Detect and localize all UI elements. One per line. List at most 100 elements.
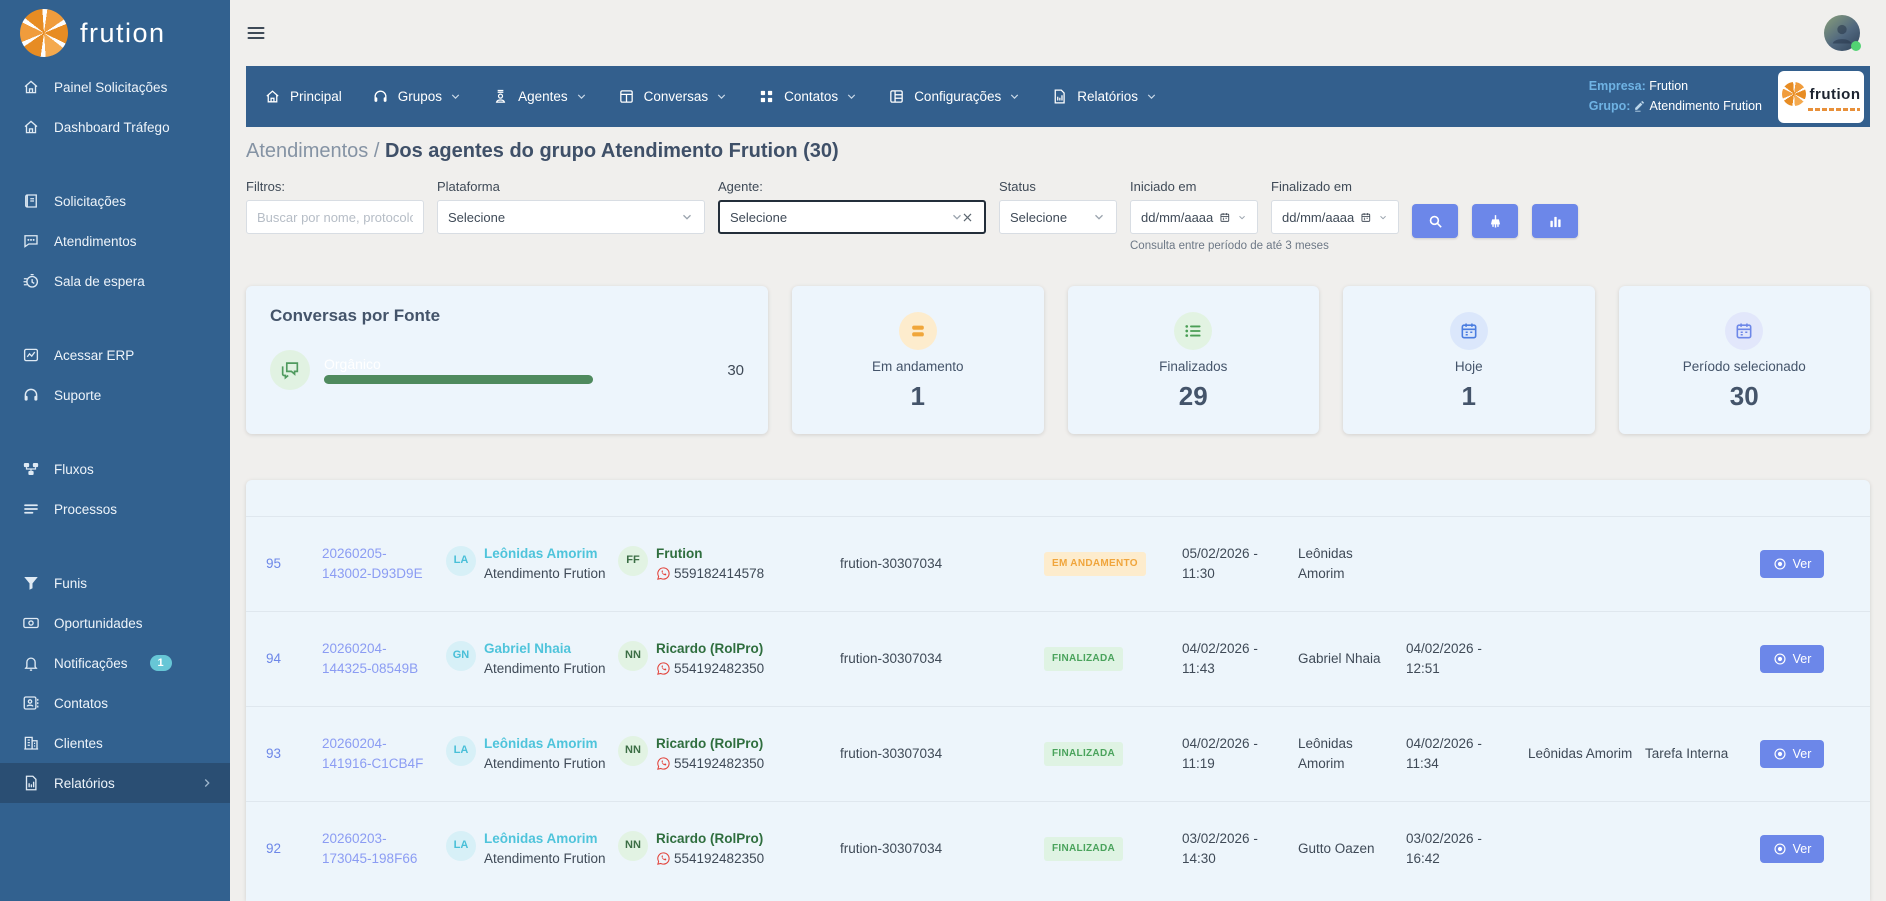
sidebar-item-label: Notificações	[54, 656, 128, 671]
navbar-item[interactable]: Relatórios	[1051, 88, 1158, 105]
view-button[interactable]: Ver	[1760, 835, 1824, 863]
sidebar-item[interactable]: Sala de espera	[0, 261, 230, 301]
navbar-item[interactable]: Contatos	[758, 88, 858, 105]
pencil-icon[interactable]	[1633, 99, 1646, 112]
agent-cell: GN Gabriel Nhaia Atendimento Frution	[446, 639, 606, 678]
stat-card-value: 1	[911, 383, 925, 409]
status-select[interactable]: Selecione	[999, 200, 1117, 234]
agent-name-link[interactable]: Leônidas Amorim	[484, 736, 598, 751]
view-button[interactable]: Ver	[1760, 740, 1824, 768]
started-at-cell: 05/02/2026 - 11:30	[1182, 544, 1286, 583]
sidebar-item[interactable]: Contatos	[0, 683, 230, 723]
user-avatar[interactable]	[1824, 15, 1860, 51]
sidebar-item[interactable]: Relatórios	[0, 763, 230, 803]
phone-number: 554192482350	[674, 754, 764, 774]
sidebar-item[interactable]: Notificações 1	[0, 643, 230, 683]
list-icon	[22, 500, 40, 518]
funnel-icon	[22, 574, 40, 592]
view-button[interactable]: Ver	[1760, 550, 1824, 578]
breadcrumb: Atendimentos / Dos agentes do grupo Aten…	[246, 140, 1870, 163]
end-date-input[interactable]: dd/mm/aaaa	[1271, 200, 1399, 234]
protocol-link[interactable]: 20260204-144325-08549B	[322, 639, 434, 678]
row-number-link[interactable]: 94	[266, 649, 310, 669]
row-number-link[interactable]: 93	[266, 744, 310, 764]
row-number-link[interactable]: 95	[266, 554, 310, 574]
calendar-icon[interactable]	[1360, 210, 1372, 225]
contact-name-link[interactable]: Ricardo (RolPro)	[656, 736, 763, 751]
sidebar-item[interactable]: Painel Solicitações	[0, 67, 230, 107]
agent-cell: LA Leônidas Amorim Atendimento Frution	[446, 829, 606, 868]
contact-name-link[interactable]: Frution	[656, 546, 703, 561]
started-by-cell: Leônidas Amorim	[1298, 734, 1394, 773]
agent-cell: LA Leônidas Amorim Atendimento Frution	[446, 544, 606, 583]
sidebar-item-label: Oportunidades	[54, 616, 143, 631]
stat-card: Hoje 1	[1343, 286, 1595, 434]
contact-phone: 554192482350	[656, 849, 764, 869]
platform-select[interactable]: Selecione	[437, 200, 705, 234]
navbar-item[interactable]: Grupos	[372, 88, 462, 105]
navbar-item-label: Contatos	[784, 89, 838, 104]
sidebar-item[interactable]: Fluxos	[0, 449, 230, 489]
protocol-link[interactable]: 20260203-173045-198F66	[322, 829, 434, 868]
clear-icon[interactable]	[961, 211, 974, 224]
finished-by-cell: Leônidas Amorim	[1528, 744, 1633, 764]
search-button[interactable]	[1412, 204, 1458, 238]
navbar-item[interactable]: Configurações	[888, 88, 1021, 105]
sidebar-item-label: Painel Solicitações	[54, 80, 167, 95]
sidebar-item[interactable]: Acessar ERP	[0, 335, 230, 375]
sidebar-item[interactable]: Atendimentos	[0, 221, 230, 261]
sidebar-item[interactable]: Processos	[0, 489, 230, 529]
brand-logo[interactable]: frution	[0, 0, 230, 67]
group-value: Atendimento Frution	[1649, 99, 1762, 113]
sidebar-item[interactable]: Suporte	[0, 375, 230, 415]
chart-icon	[22, 346, 40, 364]
conversation-icon	[270, 350, 310, 390]
navbar-item-label: Grupos	[398, 89, 442, 104]
clear-filters-button[interactable]	[1472, 204, 1518, 238]
sidebar-item-label: Contatos	[54, 696, 108, 711]
eye-icon	[1773, 842, 1787, 856]
calendar-icon[interactable]	[1219, 210, 1231, 225]
sidebar-item[interactable]: Dashboard Tráfego	[0, 107, 230, 147]
start-date-input[interactable]: dd/mm/aaaa	[1130, 200, 1258, 234]
sidebar-item[interactable]: Funis	[0, 563, 230, 603]
navbar-brand-box[interactable]: frution	[1778, 71, 1864, 123]
sidebar-item-label: Atendimentos	[54, 234, 137, 249]
phone-number: 554192482350	[674, 659, 764, 679]
contact-name-link[interactable]: Ricardo (RolPro)	[656, 641, 763, 656]
brand-name: frution	[80, 18, 166, 49]
breadcrumb-section[interactable]: Atendimentos /	[246, 140, 385, 162]
sidebar-item[interactable]: Oportunidades	[0, 603, 230, 643]
chart-view-button[interactable]	[1532, 204, 1578, 238]
agent-name-link[interactable]: Leônidas Amorim	[484, 831, 598, 846]
navbar-item[interactable]: Agentes	[492, 88, 588, 105]
main-navbar: Principal Grupos Agentes Conversas C	[246, 66, 1870, 127]
status-badge: EM ANDAMENTO	[1044, 552, 1146, 577]
contact-name-link[interactable]: Ricardo (RolPro)	[656, 831, 763, 846]
phone-number: 554192482350	[674, 849, 764, 869]
navbar-right: Empresa: Frution Grupo:Atendimento Fruti…	[1589, 71, 1864, 123]
protocol-link[interactable]: 20260204-141916-C1CB4F	[322, 734, 434, 773]
row-number-link[interactable]: 92	[266, 839, 310, 859]
navbar-item-label: Principal	[290, 89, 342, 104]
sidebar-item[interactable]: Clientes	[0, 723, 230, 763]
sidebar-item-label: Clientes	[54, 736, 103, 751]
view-button[interactable]: Ver	[1760, 645, 1824, 673]
protocol-link[interactable]: 20260205-143002-D93D9E	[322, 544, 434, 583]
navbar-item[interactable]: Principal	[264, 88, 342, 105]
agent-select[interactable]: Selecione	[718, 200, 986, 234]
chevron-down-icon	[1237, 211, 1247, 224]
sidebar-item[interactable]: Solicitações	[0, 181, 230, 221]
search-input[interactable]	[246, 200, 424, 234]
bar-chart-icon	[1547, 213, 1564, 230]
agent-name-link[interactable]: Leônidas Amorim	[484, 546, 598, 561]
grid-icon	[758, 88, 775, 105]
navbar-item[interactable]: Conversas	[618, 88, 729, 105]
agent-name-link[interactable]: Gabriel Nhaia	[484, 641, 571, 656]
sidebar-item-label: Funis	[54, 576, 87, 591]
origin-cell: frution-30307034	[840, 554, 960, 574]
menu-icon[interactable]	[246, 23, 266, 43]
stat-card-label: Em andamento	[872, 359, 964, 374]
headset-icon	[22, 386, 40, 404]
report-icon	[1051, 88, 1068, 105]
